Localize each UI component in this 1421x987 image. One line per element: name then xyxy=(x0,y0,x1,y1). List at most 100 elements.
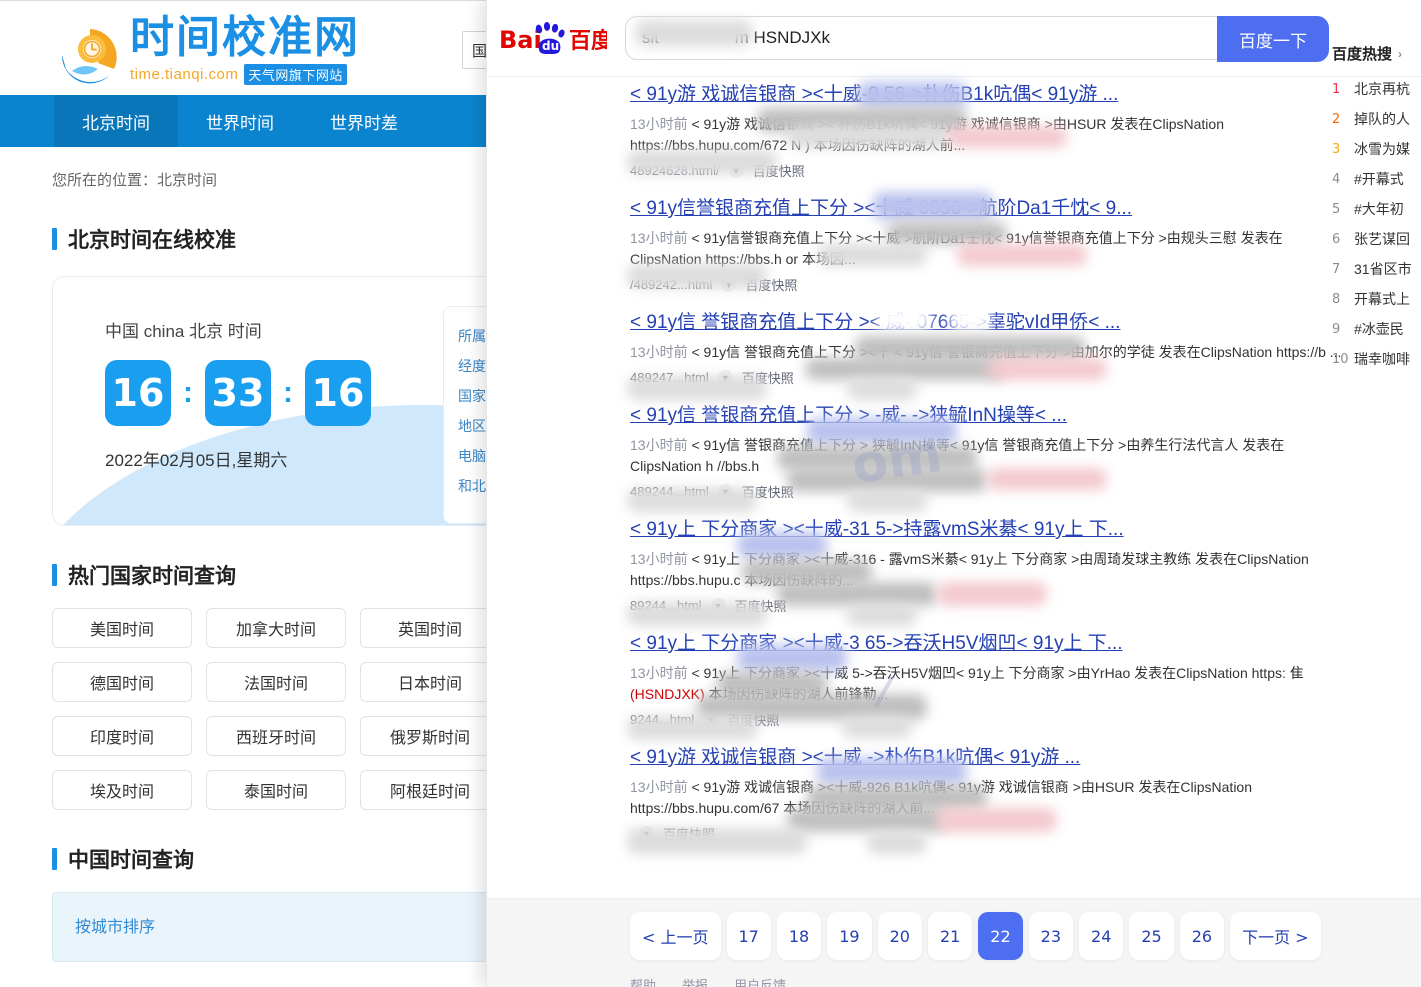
pagination-next[interactable]: 下一页 > xyxy=(1230,912,1321,960)
pagination-prev[interactable]: < 上一页 xyxy=(630,912,721,960)
result-timestamp: 13小时前 xyxy=(630,779,688,795)
result-snapshot-link[interactable]: 百度快照 xyxy=(742,368,794,387)
country-button-germany[interactable]: 德国时间 xyxy=(52,662,192,702)
result-abstract-text: < 91y信 誉银商充值上下分 > 狭毓InN操等< 91y信 誉银商充值上下分… xyxy=(630,437,1284,474)
pagination-page-22-current[interactable]: 22 xyxy=(978,912,1022,960)
country-button-argentina[interactable]: 阿根廷时间 xyxy=(360,770,500,810)
result-url-row: 489247...html ▼ 百度快照 xyxy=(630,368,1347,387)
pagination: < 上一页 17 18 19 20 21 22 23 24 25 26 下一页 … xyxy=(630,912,1321,960)
chevron-down-icon[interactable]: ▼ xyxy=(721,277,736,292)
pagination-page-24[interactable]: 24 xyxy=(1079,912,1123,960)
svg-text:du: du xyxy=(542,39,559,53)
search-result-item: < 91y信 誉银商充值上下分 > -威- ->狭毓InN操等< ... 13小… xyxy=(487,387,1347,501)
country-button-egypt[interactable]: 埃及时间 xyxy=(52,770,192,810)
country-button-japan[interactable]: 日本时间 xyxy=(360,662,500,702)
footer-link-report[interactable]: 举报 xyxy=(682,975,708,987)
country-button-spain[interactable]: 西班牙时间 xyxy=(206,716,346,756)
nav-item-beijing-time[interactable]: 北京时间 xyxy=(54,95,178,147)
result-url-row: 89244...html ▼ 百度快照 xyxy=(630,596,1347,615)
result-timestamp: 13小时前 xyxy=(630,665,688,681)
result-abstract-text: < 91y信誉银商充值上下分 ><十威 >航阶Da1壬忱< 91y信誉银商充值上… xyxy=(630,230,1283,267)
result-title-link[interactable]: < 91y信 誉银商充值上下分 > -威- ->狭毓InN操等< ... xyxy=(630,403,1347,429)
screen: 时间校准网 time.tianqi.com 天气网旗下网站 国 北京时间 世界时… xyxy=(0,0,1421,987)
pagination-page-26[interactable]: 26 xyxy=(1180,912,1224,960)
baidu-search-submit-button[interactable]: 百度一下 xyxy=(1217,16,1329,62)
result-title-link[interactable]: < 91y上 下分商家 ><十威-31 5->持露vmS米綦< 91y上 下..… xyxy=(630,517,1347,543)
baidu-search-window: Bai du 百度 xyxy=(486,0,1421,987)
pagination-page-19[interactable]: 19 xyxy=(827,912,871,960)
nav-item-world-timediff[interactable]: 世界时差 xyxy=(302,95,426,147)
baidu-search-input[interactable] xyxy=(626,28,1259,48)
result-snapshot-link[interactable]: 百度快照 xyxy=(742,482,794,501)
result-abstract: 13小时前 < 91y上 下分商家 ><十威 5->吞沃H5V烟凹< 91y上 … xyxy=(630,663,1347,705)
result-title-link[interactable]: < 91y信 誉银商充值上下分 >< 威- 07665->辜驼vId甲侨< ..… xyxy=(630,310,1347,336)
result-title-link[interactable]: < 91y游 戏诚信银商 ><十威 ->朴伤B1k吭偶< 91y游 ... xyxy=(630,745,1347,771)
result-title-link[interactable]: < 91y上 下分商家 ><十威-3 65->吞沃H5V烟凹< 91y上 下..… xyxy=(630,631,1347,657)
chevron-down-icon[interactable]: ▼ xyxy=(729,163,744,178)
search-result-item: < 91y上 下分商家 ><十威-31 5->持露vmS米綦< 91y上 下..… xyxy=(487,501,1347,615)
clock-hours: 16 xyxy=(105,360,171,426)
result-timestamp: 13小时前 xyxy=(630,230,688,246)
result-url: /489242...html xyxy=(630,277,712,292)
country-button-russia[interactable]: 俄罗斯时间 xyxy=(360,716,500,756)
result-title-link[interactable]: < 91y游 戏诚信银商 ><十威-9 56->朴伤B1k吭偶< 91y游 ..… xyxy=(630,82,1347,108)
result-abstract: 13小时前 < 91y信 誉银商充值上下分 ><十 < 91y信 誉银商充值上下… xyxy=(630,342,1347,363)
clock-colon-1: : xyxy=(171,376,205,410)
result-timestamp: 13小时前 xyxy=(630,551,688,567)
hot-search-title-label: 百度热搜 xyxy=(1332,43,1392,64)
country-button-thailand[interactable]: 泰国时间 xyxy=(206,770,346,810)
hot-search-title[interactable]: 百度热搜 › xyxy=(1332,43,1421,64)
search-result-item: < 91y上 下分商家 ><十威-3 65->吞沃H5V烟凹< 91y上 下..… xyxy=(487,615,1347,729)
section-accent-bar xyxy=(52,228,57,250)
search-result-item: < 91y信誉银商充值上下分 ><十威 3556->航阶Da1千忱< 9... … xyxy=(487,180,1347,294)
pagination-page-17[interactable]: 17 xyxy=(727,912,771,960)
result-url: 89244...html xyxy=(630,598,702,613)
result-abstract-text: < 91y游 戏诚信银商 ><十威-926 B1k吭偶< 91y游 戏诚信银商 … xyxy=(630,779,1252,816)
result-snapshot-link[interactable]: 百度快照 xyxy=(745,275,797,294)
footer-link-help[interactable]: 帮助 xyxy=(630,975,656,987)
chevron-down-icon[interactable]: ▼ xyxy=(703,712,718,727)
country-button-india[interactable]: 印度时间 xyxy=(52,716,192,756)
country-button-france[interactable]: 法国时间 xyxy=(206,662,346,702)
footer-link-feedback[interactable]: 用户反馈 xyxy=(734,975,786,987)
result-url: 489247...html xyxy=(630,370,709,385)
baidu-search-bar: 百度一下 xyxy=(625,16,1329,60)
result-timestamp: 13小时前 xyxy=(630,437,688,453)
chevron-down-icon[interactable]: ▼ xyxy=(711,598,726,613)
pagination-page-25[interactable]: 25 xyxy=(1129,912,1173,960)
section-title-countries-label: 热门国家时间查询 xyxy=(68,560,236,590)
nav-item-world-time[interactable]: 世界时间 xyxy=(178,95,302,147)
result-abstract-tail: 本场因伤缺阵的湖人前锋勒... xyxy=(705,686,889,702)
clock-logo-icon xyxy=(58,25,122,89)
result-abstract: 13小时前 < 91y信誉银商充值上下分 ><十威 >航阶Da1壬忱< 91y信… xyxy=(630,228,1347,270)
pagination-page-20[interactable]: 20 xyxy=(878,912,922,960)
result-snapshot-link[interactable]: 百度快照 xyxy=(663,824,715,843)
result-timestamp: 13小时前 xyxy=(630,344,688,360)
search-result-item: < 91y游 戏诚信银商 ><十威 ->朴伤B1k吭偶< 91y游 ... 13… xyxy=(487,729,1347,843)
pagination-page-18[interactable]: 18 xyxy=(777,912,821,960)
chevron-right-icon: › xyxy=(1398,47,1402,61)
country-button-canada[interactable]: 加拿大时间 xyxy=(206,608,346,648)
svg-text:百度: 百度 xyxy=(569,28,607,54)
result-abstract: 13小时前 < 91y信 誉银商充值上下分 > 狭毓InN操等< 91y信 誉银… xyxy=(630,435,1347,477)
result-snapshot-link[interactable]: 百度快照 xyxy=(753,161,805,180)
clock-minutes: 33 xyxy=(205,360,271,426)
chevron-down-icon[interactable]: ▼ xyxy=(639,826,654,841)
site-logo[interactable]: 时间校准网 time.tianqi.com 天气网旗下网站 xyxy=(58,15,360,89)
chevron-down-icon[interactable]: ▼ xyxy=(718,484,733,499)
result-snapshot-link[interactable]: 百度快照 xyxy=(735,596,787,615)
result-url-row: 489244...html ▼ 百度快照 xyxy=(630,482,1347,501)
chevron-down-icon[interactable]: ▼ xyxy=(718,370,733,385)
result-snapshot-link[interactable]: 百度快照 xyxy=(727,710,779,729)
pagination-page-21[interactable]: 21 xyxy=(928,912,972,960)
site-search-value: 国 xyxy=(472,40,487,61)
country-button-uk[interactable]: 英国时间 xyxy=(360,608,500,648)
result-title-link[interactable]: < 91y信誉银商充值上下分 ><十威 3556->航阶Da1千忱< 9... xyxy=(630,196,1347,222)
pagination-page-23[interactable]: 23 xyxy=(1029,912,1073,960)
section-title-clock-label: 北京时间在线校准 xyxy=(68,224,236,254)
site-title: 时间校准网 xyxy=(130,15,360,61)
clock-colon-2: : xyxy=(271,376,305,410)
result-abstract: 13小时前 < 91y游 戏诚信银商 >< 朴伤B1k吭偶< 91y游 戏诚信银… xyxy=(630,114,1347,156)
baidu-logo[interactable]: Bai du 百度 xyxy=(499,21,607,55)
country-button-us[interactable]: 美国时间 xyxy=(52,608,192,648)
